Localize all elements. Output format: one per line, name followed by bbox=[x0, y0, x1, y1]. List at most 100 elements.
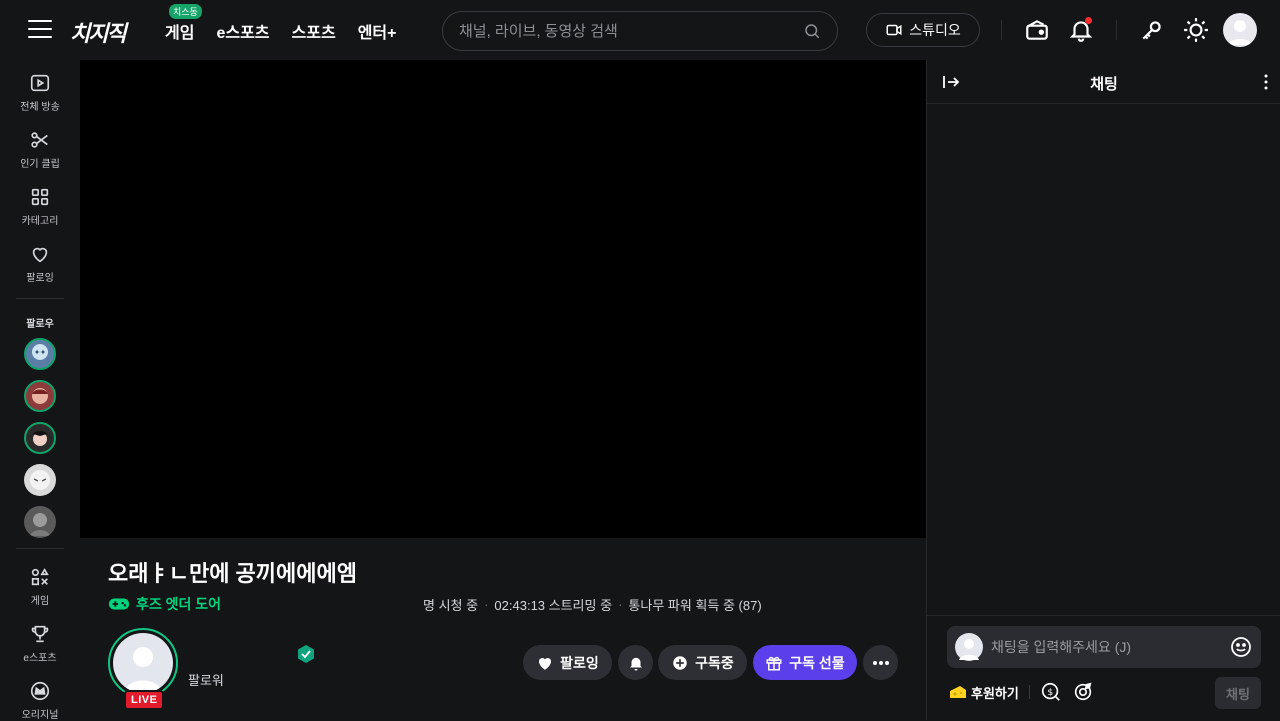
notification-button[interactable] bbox=[618, 645, 653, 680]
header-divider bbox=[1116, 20, 1117, 40]
studio-button[interactable]: 스튜디오 bbox=[866, 13, 980, 47]
chat-title: 채팅 bbox=[1090, 76, 1118, 93]
more-horizontal-icon bbox=[872, 660, 889, 665]
chat-user-avatar bbox=[955, 633, 983, 661]
notification-dot bbox=[1085, 17, 1092, 24]
donate-label: 후원하기 bbox=[971, 685, 1019, 701]
sidebar-item-category[interactable]: 카테고리 bbox=[0, 186, 80, 227]
stream-info: 오래ㅑㄴ만에 공끼에에에엠 후즈 엣더 도어 명 시청 중 · 02:43:13… bbox=[80, 538, 926, 720]
menu-icon[interactable] bbox=[28, 20, 52, 40]
log-power: 통나무 파워 획득 중 (87) bbox=[628, 598, 762, 613]
chat-divider bbox=[927, 615, 1280, 616]
search-icon[interactable] bbox=[803, 22, 821, 40]
follower-count: 팔로워 bbox=[188, 673, 224, 688]
followed-channel-avatar[interactable] bbox=[24, 506, 56, 538]
shapes-icon bbox=[31, 568, 49, 586]
sidebar-item-label: 게임 bbox=[30, 596, 50, 607]
sidebar-item-label: 오리지널 bbox=[21, 710, 59, 721]
studio-label: 스튜디오 bbox=[909, 22, 961, 38]
sidebar-item-label: 카테고리 bbox=[21, 216, 59, 227]
sidebar-item-following[interactable]: 팔로잉 bbox=[0, 243, 80, 284]
bell-icon bbox=[629, 657, 642, 670]
user-avatar[interactable] bbox=[1223, 13, 1257, 47]
video-camera-icon bbox=[886, 24, 902, 36]
svg-text:$: $ bbox=[1047, 687, 1053, 698]
nav-game-badge: 치스동 bbox=[169, 4, 202, 19]
stream-title: 오래ㅑㄴ만에 공끼에에에엠 bbox=[108, 561, 357, 586]
sidebar-item-label: e스포츠 bbox=[23, 653, 57, 664]
nav-game-label: 게임 bbox=[165, 25, 195, 42]
wallet-icon[interactable] bbox=[1022, 15, 1052, 45]
sidebar-item-original[interactable]: 오리지널 bbox=[0, 680, 80, 721]
notification-bell-icon[interactable] bbox=[1066, 15, 1096, 45]
nav-game[interactable]: 치스동 게임 bbox=[165, 4, 202, 43]
verified-badge-icon bbox=[298, 645, 314, 663]
followed-channel-avatar[interactable] bbox=[24, 380, 56, 412]
nav-sports[interactable]: 스포츠 bbox=[292, 19, 336, 43]
stream-duration: 02:43:13 스트리밍 중 bbox=[494, 598, 613, 613]
following-button[interactable]: 팔로잉 bbox=[523, 645, 612, 680]
sidebar-divider bbox=[16, 548, 64, 549]
scissors-icon bbox=[31, 132, 48, 148]
cheese-icon bbox=[950, 686, 966, 698]
sidebar-item-game[interactable]: 게임 bbox=[0, 566, 80, 607]
sidebar-item-label: 전체 방송 bbox=[20, 102, 60, 113]
gift-icon bbox=[766, 656, 782, 670]
followed-channel-avatar[interactable] bbox=[24, 338, 56, 370]
gamepad-icon bbox=[108, 598, 130, 610]
sidebar-item-label: 팔로잉 bbox=[26, 273, 54, 284]
chat-input-box bbox=[947, 626, 1261, 668]
chat-tools: 후원하기 $ bbox=[949, 681, 1094, 703]
heart-icon bbox=[32, 247, 48, 263]
search-input[interactable] bbox=[459, 22, 803, 40]
gift-subscription-button[interactable]: 구독 선물 bbox=[753, 645, 857, 680]
logo[interactable]: 치지직 bbox=[70, 16, 127, 48]
subscribed-button-label: 구독중 bbox=[695, 654, 734, 671]
plus-circle-icon bbox=[673, 655, 687, 670]
chat-send-button[interactable]: 채팅 bbox=[1215, 677, 1261, 709]
stream-stats: 명 시청 중 · 02:43:13 스트리밍 중 · 통나무 파워 획득 중 (… bbox=[423, 595, 762, 614]
top-header: 치지직 치스동 게임 e스포츠 스포츠 엔터+ 스튜디오 bbox=[0, 0, 1280, 60]
tool-divider bbox=[1028, 685, 1030, 699]
viewer-count: 명 시청 중 bbox=[423, 598, 479, 613]
mission-target-icon[interactable] bbox=[1072, 681, 1094, 703]
donate-button[interactable]: 후원하기 bbox=[949, 683, 1019, 702]
sidebar-item-esports[interactable]: e스포츠 bbox=[0, 623, 80, 664]
more-options-button[interactable] bbox=[863, 645, 898, 680]
trophy-icon bbox=[31, 625, 49, 643]
nav-esports[interactable]: e스포츠 bbox=[216, 19, 269, 43]
video-player[interactable] bbox=[80, 60, 926, 538]
stats-separator: · bbox=[484, 597, 489, 612]
followed-channel-avatar[interactable] bbox=[24, 422, 56, 454]
chat-header: 채팅 bbox=[927, 60, 1280, 104]
play-icon bbox=[30, 74, 50, 92]
key-icon[interactable] bbox=[1137, 15, 1167, 45]
more-vertical-icon[interactable] bbox=[1261, 72, 1271, 92]
chat-panel: 채팅 후원하기 $ 채팅 bbox=[926, 60, 1280, 720]
grid-icon bbox=[31, 188, 49, 206]
heart-icon bbox=[539, 657, 552, 670]
left-sidebar: 전체 방송 인기 클립 카테고리 팔로잉 팔로우 게임 e스포츠 오리지널 bbox=[0, 60, 80, 721]
sidebar-divider bbox=[16, 298, 64, 299]
stream-category[interactable]: 후즈 엣더 도어 bbox=[108, 594, 221, 614]
header-divider bbox=[1001, 20, 1002, 40]
streamer-avatar[interactable]: LIVE bbox=[108, 628, 178, 710]
chat-input[interactable] bbox=[991, 639, 1221, 655]
donation-search-icon[interactable]: $ bbox=[1040, 681, 1062, 703]
search-bar bbox=[442, 11, 838, 51]
gift-button-label: 구독 선물 bbox=[789, 654, 845, 671]
crown-icon bbox=[30, 681, 50, 701]
sidebar-item-clips[interactable]: 인기 클립 bbox=[0, 129, 80, 170]
nav-enter[interactable]: 엔터+ bbox=[358, 19, 397, 43]
sidebar-item-label: 인기 클립 bbox=[20, 159, 60, 170]
main-nav: 치스동 게임 e스포츠 스포츠 엔터+ bbox=[165, 4, 397, 43]
sidebar-item-all-live[interactable]: 전체 방송 bbox=[0, 72, 80, 113]
stream-category-label: 후즈 엣더 도어 bbox=[136, 596, 222, 612]
subscribed-button[interactable]: 구독중 bbox=[658, 645, 747, 680]
following-heading: 팔로우 bbox=[26, 319, 54, 330]
following-button-label: 팔로잉 bbox=[560, 654, 599, 671]
stats-separator: · bbox=[618, 597, 623, 612]
sun-icon[interactable] bbox=[1181, 15, 1211, 45]
followed-channel-avatar[interactable] bbox=[24, 464, 56, 496]
emoji-icon[interactable] bbox=[1229, 635, 1253, 659]
